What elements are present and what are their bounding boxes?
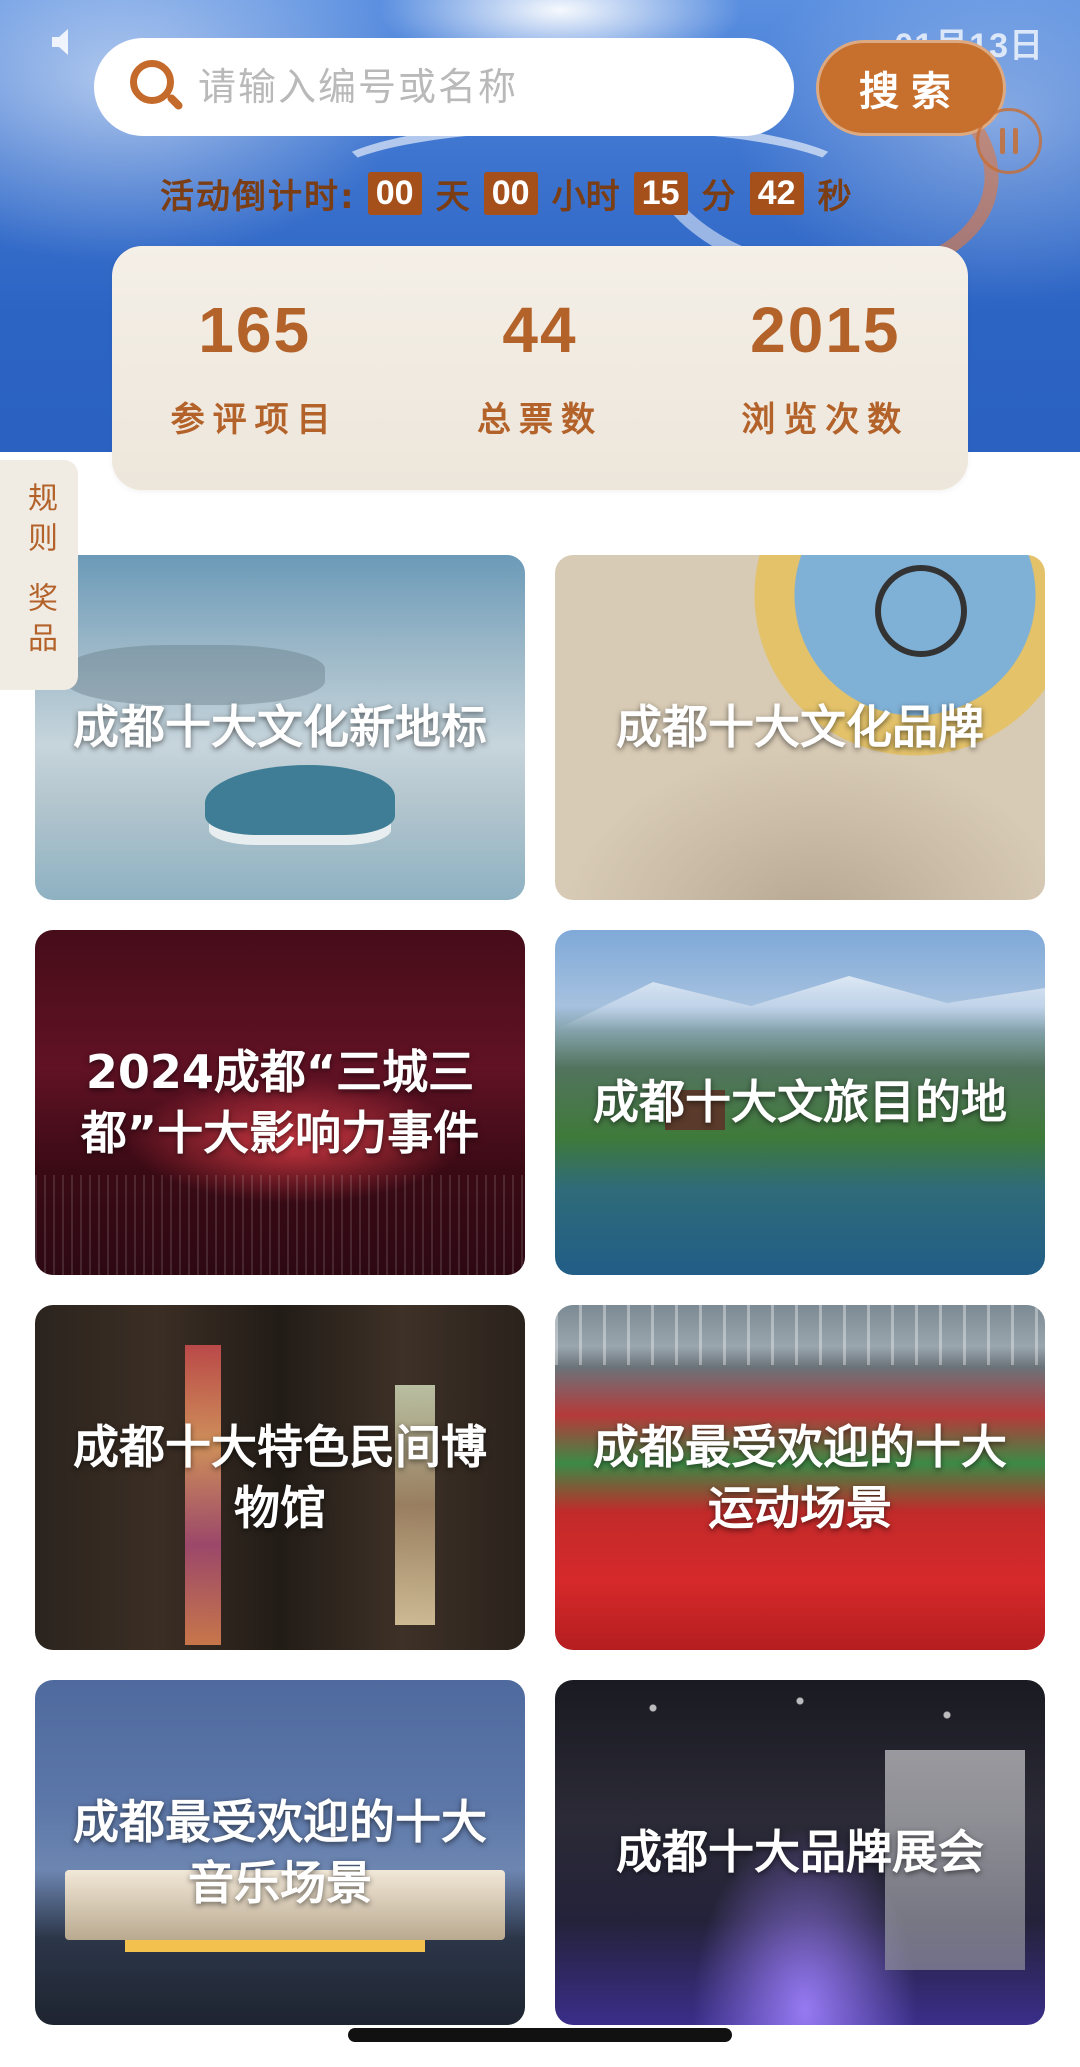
pause-icon <box>1013 128 1018 154</box>
category-grid: 成都十大文化新地标 成都十大文化品牌 2024成都“三城三都”十大影响力事件 成… <box>35 555 1045 2025</box>
countdown-label: 活动倒计时: <box>160 176 356 217</box>
category-card[interactable]: 成都十大文旅目的地 <box>555 930 1045 1275</box>
category-title: 2024成都“三城三都”十大影响力事件 <box>80 1044 480 1160</box>
category-title: 成都十大品牌展会 <box>616 1825 984 1880</box>
category-card[interactable]: 成都十大文化新地标 <box>35 555 525 900</box>
prizes-tab[interactable]: 奖品 <box>22 582 57 662</box>
stat-label: 参评项目 <box>170 399 339 440</box>
category-card[interactable]: 成都最受欢迎的十大音乐场景 <box>35 1680 525 2025</box>
countdown-days-unit: 天 <box>435 176 470 217</box>
music-pause-button[interactable] <box>976 108 1042 174</box>
search-button[interactable]: 搜索 <box>816 40 1006 136</box>
countdown-hours: 00 <box>483 171 538 215</box>
stat-value: 2015 <box>750 294 901 367</box>
stat-value: 44 <box>502 294 578 367</box>
category-title: 成都十大文化品牌 <box>616 700 984 755</box>
category-card[interactable]: 成都十大特色民间博物馆 <box>35 1305 525 1650</box>
category-title: 成都十大文旅目的地 <box>593 1075 1007 1130</box>
activity-countdown: 活动倒计时: 00 天 00 小时 15 分 42 秒 <box>160 168 866 218</box>
countdown-hours-unit: 小时 <box>551 176 620 217</box>
category-card[interactable]: 成都最受欢迎的十大运动场景 <box>555 1305 1045 1650</box>
category-card[interactable]: 成都十大品牌展会 <box>555 1680 1045 2025</box>
side-tab: 规则 奖品 <box>0 460 78 690</box>
page: 01月13日 搜索 活动倒计时: 00 天 00 小时 15 分 42 秒 16… <box>0 0 1080 2067</box>
countdown-seconds: 42 <box>749 171 804 215</box>
stat-total-votes: 44 总票数 <box>410 295 670 440</box>
countdown-minutes-unit: 分 <box>701 176 736 217</box>
stat-label: 总票数 <box>476 399 603 440</box>
stat-value: 165 <box>198 294 312 367</box>
category-title: 成都最受欢迎的十大音乐场景 <box>73 1794 487 1910</box>
search-bar[interactable] <box>94 38 794 136</box>
stat-projects: 165 参评项目 <box>125 295 385 440</box>
search-input[interactable] <box>198 65 758 109</box>
pause-icon <box>1000 128 1005 154</box>
rules-tab[interactable]: 规则 <box>22 482 57 562</box>
countdown-days: 00 <box>367 171 422 215</box>
category-title: 成都最受欢迎的十大运动场景 <box>593 1419 1007 1535</box>
category-title: 成都十大特色民间博物馆 <box>73 1419 487 1535</box>
stats-card: 165 参评项目 44 总票数 2015 浏览次数 <box>112 246 968 490</box>
category-card[interactable]: 成都十大文化品牌 <box>555 555 1045 900</box>
stat-views: 2015 浏览次数 <box>695 295 955 440</box>
countdown-minutes: 15 <box>633 171 688 215</box>
stat-label: 浏览次数 <box>741 399 910 440</box>
category-title: 成都十大文化新地标 <box>73 700 487 755</box>
home-indicator[interactable] <box>348 2028 732 2042</box>
speaker-icon <box>50 26 90 60</box>
category-card[interactable]: 2024成都“三城三都”十大影响力事件 <box>35 930 525 1275</box>
countdown-seconds-unit: 秒 <box>817 176 852 217</box>
search-icon <box>128 58 186 116</box>
